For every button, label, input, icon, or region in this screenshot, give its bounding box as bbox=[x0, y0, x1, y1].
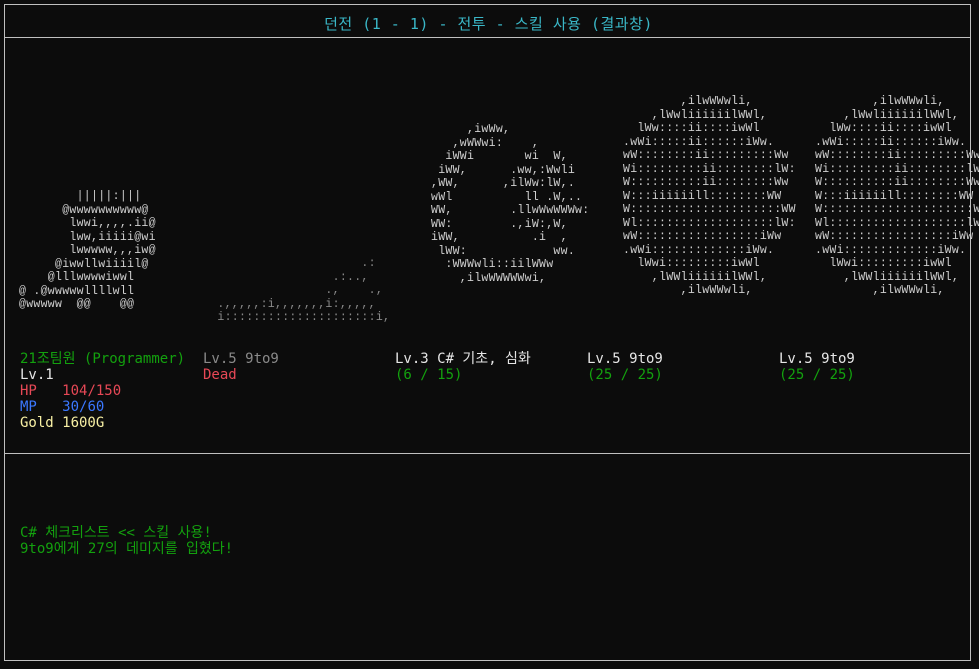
enemy-2-ascii-art: ,iwWw, ,wWWwi: , iWWi wi W, iWW, .ww,:Ww… bbox=[431, 123, 590, 285]
log-divider bbox=[5, 453, 970, 454]
player-hp: HP 104/150 bbox=[20, 383, 121, 399]
player-gold: Gold 1600G bbox=[20, 415, 105, 431]
mp-label: MP bbox=[20, 399, 37, 415]
enemy-1-status: Dead bbox=[203, 367, 237, 383]
console-frame: 던전 (1 - 1) - 전투 - 스킬 사용 (결과창) |||||:||| … bbox=[4, 4, 979, 661]
enemy-2-hp: (6 / 15) bbox=[395, 367, 463, 383]
enemy-4-name: Lv.5 9to9 bbox=[779, 351, 855, 367]
enemy-4-hp: (25 / 25) bbox=[779, 367, 855, 383]
enemy-2-name: Lv.3 C# 기초, 심화 bbox=[395, 351, 531, 367]
player-level: Lv.1 bbox=[20, 367, 54, 383]
hp-label: HP bbox=[20, 383, 37, 399]
hp-value: 104/150 bbox=[62, 383, 122, 399]
title-divider bbox=[5, 37, 970, 38]
enemy-4-ascii-art: ,ilwWWwli, ,lWwliiiiiilWWl, lWw::::ii:::… bbox=[815, 95, 979, 297]
enemy-3-ascii-art: ,ilwWWwli, ,lWwliiiiiilWWl, lWw::::ii:::… bbox=[623, 95, 796, 297]
enemy-1-name: Lv.5 9to9 bbox=[203, 351, 279, 367]
player-mp: MP 30/60 bbox=[20, 399, 104, 415]
battle-log-line: 9to9에게 27의 데미지를 입혔다! bbox=[20, 541, 234, 557]
mp-value: 30/60 bbox=[62, 399, 105, 415]
battle-log-line: C# 체크리스트 << 스킬 사용! bbox=[20, 525, 212, 541]
player-ascii-art: |||||:||| @wwwwwwwwww@ lwwi,,,,.ii@ lww,… bbox=[19, 190, 156, 311]
enemy-3-name: Lv.5 9to9 bbox=[587, 351, 663, 367]
screen-title: 던전 (1 - 1) - 전투 - 스킬 사용 (결과창) bbox=[324, 15, 653, 33]
player-name: 21조팀원 (Programmer) bbox=[20, 351, 186, 367]
enemy-1-ascii-art: .: .:.., ., ., .,,,,,:i,,,,,,,i:,,,,, i:… bbox=[217, 257, 391, 324]
enemy-3-hp: (25 / 25) bbox=[587, 367, 663, 383]
